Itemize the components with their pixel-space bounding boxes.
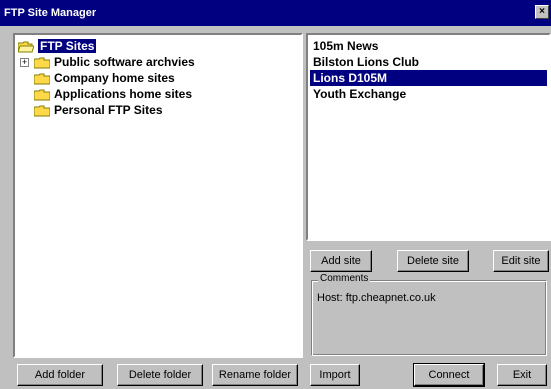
tree-item-personal-ftp[interactable]: Personal FTP Sites (34, 102, 163, 118)
window-title: FTP Site Manager (4, 7, 97, 19)
close-button[interactable]: × (535, 5, 549, 19)
site-item[interactable]: Youth Exchange (310, 86, 547, 102)
add-site-button[interactable]: Add site (310, 250, 372, 272)
comments-text: Host: ftp.cheapnet.co.uk (317, 292, 436, 304)
delete-site-button[interactable]: Delete site (397, 250, 469, 272)
edit-site-button[interactable]: Edit site (493, 250, 549, 272)
comments-label: Comments (318, 273, 371, 285)
tree-item-company-home[interactable]: Company home sites (34, 70, 175, 86)
title-bar[interactable]: FTP Site Manager × (0, 0, 551, 26)
tree-item-label: Applications home sites (54, 87, 193, 101)
expand-plus-icon[interactable]: + (20, 58, 29, 67)
open-folder-icon (18, 41, 34, 53)
folder-icon (34, 57, 50, 69)
ftp-site-manager-window: FTP Site Manager × FTP Sites + Public so… (0, 0, 551, 389)
site-item[interactable]: 105m News (310, 38, 547, 54)
import-button[interactable]: Import (310, 364, 360, 386)
tree-item-public-software[interactable]: Public software archvies (34, 54, 195, 70)
tree-item-label: Public software archvies (54, 55, 195, 69)
connect-button[interactable]: Connect (413, 363, 485, 387)
site-item-selected[interactable]: Lions D105M (310, 70, 547, 86)
folder-icon (34, 89, 50, 101)
add-folder-button[interactable]: Add folder (17, 364, 103, 386)
tree-item-applications-home[interactable]: Applications home sites (34, 86, 192, 102)
tree-root-ftp-sites[interactable]: FTP Sites (18, 38, 97, 54)
folder-tree[interactable]: FTP Sites + Public software archvies Com… (13, 33, 303, 358)
tree-root-label: FTP Sites (38, 39, 97, 53)
sites-list[interactable]: 105m News Bilston Lions Club Lions D105M… (306, 33, 551, 241)
delete-folder-button[interactable]: Delete folder (117, 364, 203, 386)
tree-item-label: Company home sites (54, 71, 175, 85)
site-item[interactable]: Bilston Lions Club (310, 54, 547, 70)
tree-item-label: Personal FTP Sites (54, 103, 163, 117)
rename-folder-button[interactable]: Rename folder (212, 364, 298, 386)
folder-icon (34, 105, 50, 117)
close-icon: × (539, 6, 545, 17)
exit-button[interactable]: Exit (497, 364, 547, 386)
folder-icon (34, 73, 50, 85)
